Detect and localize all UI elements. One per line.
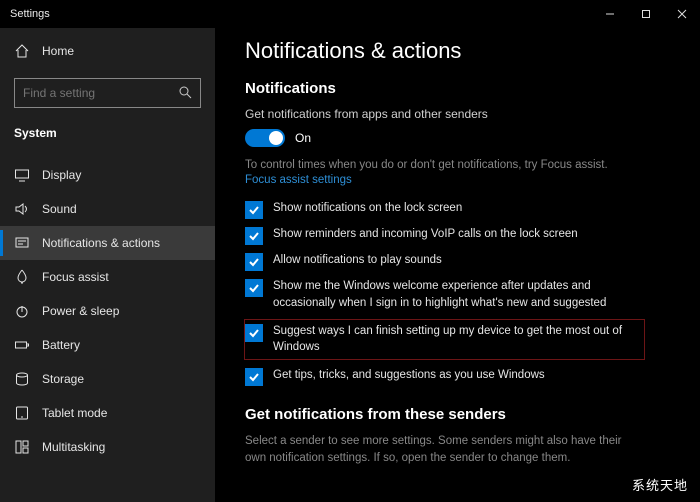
battery-icon xyxy=(14,337,30,353)
checkbox-icon xyxy=(245,201,263,219)
nav-label: Tablet mode xyxy=(42,406,107,420)
tablet-icon xyxy=(14,405,30,421)
home-icon xyxy=(14,43,30,59)
storage-icon xyxy=(14,371,30,387)
sidebar-item-tablet-mode[interactable]: Tablet mode xyxy=(0,396,215,430)
watermark: 系统天地 xyxy=(628,473,692,496)
nav-label: Multitasking xyxy=(42,440,105,454)
notifications-desc: Get notifications from apps and other se… xyxy=(245,107,700,121)
check-setup-suggestions[interactable]: Suggest ways I can finish setting up my … xyxy=(244,319,645,360)
focus-assist-link[interactable]: Focus assist settings xyxy=(245,174,700,186)
checkbox-list: Show notifications on the lock screen Sh… xyxy=(245,200,645,386)
check-label: Show reminders and incoming VoIP calls o… xyxy=(273,226,578,243)
check-label: Show me the Windows welcome experience a… xyxy=(273,278,645,311)
checkbox-icon xyxy=(245,324,263,342)
notifications-toggle[interactable] xyxy=(245,129,285,147)
check-label: Show notifications on the lock screen xyxy=(273,200,462,217)
check-label: Allow notifications to play sounds xyxy=(273,252,442,269)
checkbox-icon xyxy=(245,368,263,386)
nav-label: Notifications & actions xyxy=(42,236,160,250)
checkbox-icon xyxy=(245,253,263,271)
sidebar-item-multitasking[interactable]: Multitasking xyxy=(0,430,215,464)
minimize-button[interactable] xyxy=(592,0,628,28)
sidebar: Home System Display Sound Notifications … xyxy=(0,28,215,502)
check-sounds[interactable]: Allow notifications to play sounds xyxy=(245,252,645,271)
notifications-heading: Notifications xyxy=(245,80,700,97)
notifications-icon xyxy=(14,235,30,251)
sidebar-item-battery[interactable]: Battery xyxy=(0,328,215,362)
nav-label: Battery xyxy=(42,338,80,352)
content-area: Notifications & actions Notifications Ge… xyxy=(215,28,700,502)
check-lock-screen[interactable]: Show notifications on the lock screen xyxy=(245,200,645,219)
nav-label: Storage xyxy=(42,372,84,386)
multitasking-icon xyxy=(14,439,30,455)
nav-label: Sound xyxy=(42,202,77,216)
power-icon xyxy=(14,303,30,319)
display-icon xyxy=(14,167,30,183)
nav-label: Focus assist xyxy=(42,270,109,284)
nav-label: Display xyxy=(42,168,81,182)
sidebar-item-display[interactable]: Display xyxy=(0,158,215,192)
checkbox-icon xyxy=(245,227,263,245)
search-field[interactable] xyxy=(23,86,173,100)
check-welcome[interactable]: Show me the Windows welcome experience a… xyxy=(245,278,645,311)
sidebar-section-title: System xyxy=(0,120,215,150)
close-button[interactable] xyxy=(664,0,700,28)
search-icon xyxy=(178,85,192,102)
toggle-state-label: On xyxy=(295,131,311,145)
senders-heading: Get notifications from these senders xyxy=(245,406,700,423)
window-title: Settings xyxy=(10,8,50,20)
sidebar-item-storage[interactable]: Storage xyxy=(0,362,215,396)
check-voip[interactable]: Show reminders and incoming VoIP calls o… xyxy=(245,226,645,245)
sidebar-item-focus-assist[interactable]: Focus assist xyxy=(0,260,215,294)
window-buttons xyxy=(592,0,700,28)
maximize-button[interactable] xyxy=(628,0,664,28)
checkbox-icon xyxy=(245,279,263,297)
nav-home[interactable]: Home xyxy=(0,34,215,68)
sidebar-item-power-sleep[interactable]: Power & sleep xyxy=(0,294,215,328)
check-label: Get tips, tricks, and suggestions as you… xyxy=(273,367,545,384)
focus-assist-hint: To control times when you do or don't ge… xyxy=(245,157,700,174)
sidebar-item-sound[interactable]: Sound xyxy=(0,192,215,226)
search-input[interactable] xyxy=(14,78,201,108)
titlebar: Settings xyxy=(0,0,700,28)
focus-assist-icon xyxy=(14,269,30,285)
page-title: Notifications & actions xyxy=(245,38,700,64)
check-tips[interactable]: Get tips, tricks, and suggestions as you… xyxy=(245,367,645,386)
sound-icon xyxy=(14,201,30,217)
senders-desc: Select a sender to see more settings. So… xyxy=(245,433,645,468)
sidebar-item-notifications[interactable]: Notifications & actions xyxy=(0,226,215,260)
check-label: Suggest ways I can finish setting up my … xyxy=(273,323,640,356)
nav-label: Power & sleep xyxy=(42,304,119,318)
nav-label: Home xyxy=(42,44,74,58)
